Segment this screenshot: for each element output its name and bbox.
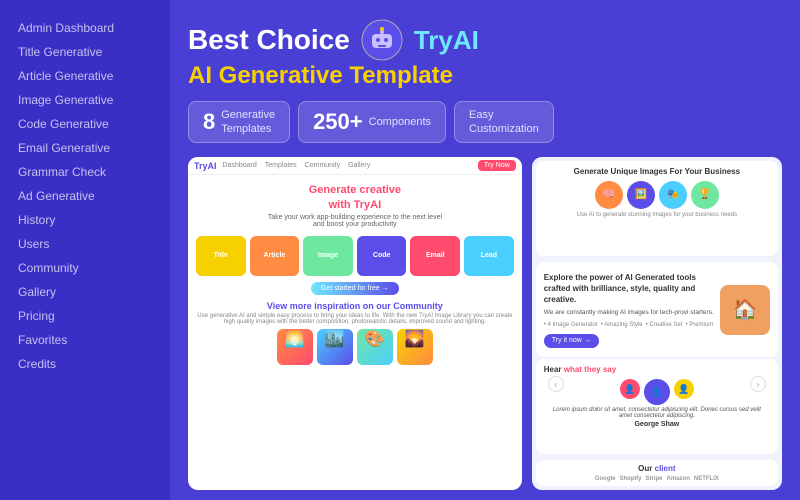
- pr-reviewer-name: George Shaw: [544, 421, 770, 428]
- pr-panel-explore: Explore the power of AI Generated tools …: [536, 262, 778, 357]
- pr-clients-section: Our client Google Shopify Stripe Amazon …: [536, 460, 778, 486]
- main-content: Best Choice TryAI AI Generative Templat: [170, 0, 800, 500]
- community-img-1: 🌅: [277, 329, 313, 365]
- pr-panel-testimonial: Hear what they say ‹ 👤 👤 👤 › Lorem ipsum…: [536, 359, 778, 454]
- sidebar-item-history[interactable]: History: [0, 208, 170, 232]
- pr-clients-title: Our client: [544, 464, 770, 473]
- stat-card-easy: EasyCustomization: [454, 101, 554, 144]
- pr-panel-explore-desc: We are constantly making AI images for t…: [544, 308, 714, 317]
- preview-hero: Generate creativewith TryAI Take your wo…: [188, 175, 522, 232]
- pr-testimonial-accent: what they say: [564, 365, 616, 374]
- nav-gallery: Gallery: [348, 162, 370, 169]
- stat-label-easy: EasyCustomization: [469, 108, 539, 137]
- sidebar-item-users[interactable]: Users: [0, 232, 170, 256]
- preview-cards-row: Title Article Image Code Email Lead: [188, 232, 522, 280]
- pr-avatar-1: 👤: [620, 379, 640, 399]
- hero-best-choice: Best Choice: [188, 25, 350, 56]
- preview-community-title: View more inspiration on our Community: [196, 301, 514, 311]
- preview-area: TryAI Dashboard Templates Community Gall…: [188, 157, 782, 490]
- stats-row: 8 GenerativeTemplates 250+ Components Ea…: [188, 101, 782, 144]
- community-img-4: 🌄: [397, 329, 433, 365]
- pr-avatar-2: 👤: [644, 379, 670, 405]
- pr-explore-list: • 4 Image Generator • Amazing Style • Cr…: [544, 321, 714, 329]
- pr-panel-unique-images: Generate Unique Images For Your Business…: [536, 161, 778, 256]
- stat-card-components: 250+ Components: [298, 101, 446, 144]
- sidebar-item-grammar-check[interactable]: Grammar Check: [0, 160, 170, 184]
- preview-community: View more inspiration on our Community U…: [188, 297, 522, 369]
- hero-title-line1: Best Choice TryAI: [188, 18, 782, 62]
- pr-client-stripe: Stripe: [646, 476, 663, 482]
- preview-action-btn[interactable]: Try Now: [478, 160, 516, 171]
- pr-mini-3: 🎭: [659, 181, 687, 209]
- community-img-2: 🏙️: [317, 329, 353, 365]
- preview-right: Generate Unique Images For Your Business…: [532, 157, 782, 490]
- hero-section: Best Choice TryAI AI Generative Templat: [188, 18, 782, 143]
- pr-panel-explore-title: Explore the power of AI Generated tools …: [544, 272, 714, 306]
- preview-logo: TryAI: [194, 161, 217, 171]
- sidebar: Admin Dashboard Title Generative Article…: [0, 0, 170, 500]
- sidebar-item-article-generative[interactable]: Article Generative: [0, 64, 170, 88]
- pr-mini-2: 🖼️: [627, 181, 655, 209]
- nav-templates: Templates: [265, 162, 297, 169]
- stat-number-components: 250+: [313, 109, 363, 135]
- pl-card-lead: Lead: [464, 236, 514, 276]
- nav-community: Community: [305, 162, 340, 169]
- pr-client-netflix: NETFLIX: [694, 476, 719, 482]
- pr-avatar-3: 👤: [674, 379, 694, 399]
- preview-hero-title: Generate creativewith TryAI: [198, 183, 512, 212]
- pr-panel-unique-title: Generate Unique Images For Your Business: [544, 167, 770, 177]
- pr-test-avatars: 👤 👤 👤: [620, 379, 694, 405]
- pr-testimonial-quote: Lorem ipsum dolor sit amet, consectetur …: [544, 407, 770, 419]
- robot-icon: [360, 18, 404, 62]
- stat-label-components: Components: [369, 115, 431, 129]
- nav-dashboard: Dashboard: [223, 162, 257, 169]
- preview-community-imgs: 🌅 🏙️ 🎨 🌄: [196, 329, 514, 365]
- hero-title-line2: AI Generative Template: [188, 62, 782, 91]
- pr-client-logos: Google Shopify Stripe Amazon NETFLIX: [544, 476, 770, 482]
- pr-mini-4: 🏆: [691, 181, 719, 209]
- sidebar-item-email-generative[interactable]: Email Generative: [0, 136, 170, 160]
- sidebar-item-pricing[interactable]: Pricing: [0, 304, 170, 328]
- community-img-3: 🎨: [357, 329, 393, 365]
- pl-card-article: Article: [250, 236, 300, 276]
- pr-testimonial-title: Hear what they say: [544, 365, 770, 374]
- stat-label-templates: GenerativeTemplates: [221, 108, 275, 137]
- pr-client-amazon: Amazon: [667, 476, 690, 482]
- sidebar-item-code-generative[interactable]: Code Generative: [0, 112, 170, 136]
- pr-mini-1: 🧠: [595, 181, 623, 209]
- pl-card-email: Email: [410, 236, 460, 276]
- sidebar-item-ad-generative[interactable]: Ad Generative: [0, 184, 170, 208]
- pl-card-title: Title: [196, 236, 246, 276]
- pr-client-google: Google: [595, 476, 616, 482]
- preview-topbar: TryAI Dashboard Templates Community Gall…: [188, 157, 522, 175]
- sidebar-item-admin-dashboard[interactable]: Admin Dashboard: [0, 16, 170, 40]
- pr-explore-image: 🏠: [720, 285, 770, 335]
- preview-nav: Dashboard Templates Community Gallery: [223, 162, 371, 169]
- stat-card-templates: 8 GenerativeTemplates: [188, 101, 290, 144]
- pr-explore-btn[interactable]: Try it now →: [544, 334, 599, 348]
- sidebar-item-image-generative[interactable]: Image Generative: [0, 88, 170, 112]
- sidebar-item-community[interactable]: Community: [0, 256, 170, 280]
- pr-panel-explore-text: Explore the power of AI Generated tools …: [544, 272, 714, 348]
- sidebar-item-credits[interactable]: Credits: [0, 352, 170, 376]
- pl-card-image: Image: [303, 236, 353, 276]
- pr-mini-cards: 🧠 🖼️ 🎭 🏆: [544, 181, 770, 209]
- pr-chevrons: ‹ 👤 👤 👤 ›: [544, 376, 770, 405]
- pr-panel-unique-desc: Use AI to generate stunning images for y…: [544, 212, 770, 218]
- preview-left: TryAI Dashboard Templates Community Gall…: [188, 157, 522, 490]
- pr-clients-accent: client: [655, 464, 676, 473]
- preview-hero-sub: Take your work app-building experience t…: [198, 214, 512, 228]
- brand-label: TryAI: [414, 26, 479, 55]
- preview-community-text: Use generative AI and simple easy proces…: [196, 313, 514, 325]
- pr-chevron-right[interactable]: ›: [750, 376, 766, 392]
- pr-chevron-left[interactable]: ‹: [548, 376, 564, 392]
- sidebar-item-favorites[interactable]: Favorites: [0, 328, 170, 352]
- pr-client-shopify: Shopify: [620, 476, 642, 482]
- sidebar-item-title-generative[interactable]: Title Generative: [0, 40, 170, 64]
- preview-cta-btn[interactable]: Get started for free →: [311, 282, 399, 295]
- stat-number-templates: 8: [203, 109, 215, 135]
- pl-card-code: Code: [357, 236, 407, 276]
- sidebar-item-gallery[interactable]: Gallery: [0, 280, 170, 304]
- hero-text: Best Choice TryAI AI Generative Templat: [188, 18, 782, 143]
